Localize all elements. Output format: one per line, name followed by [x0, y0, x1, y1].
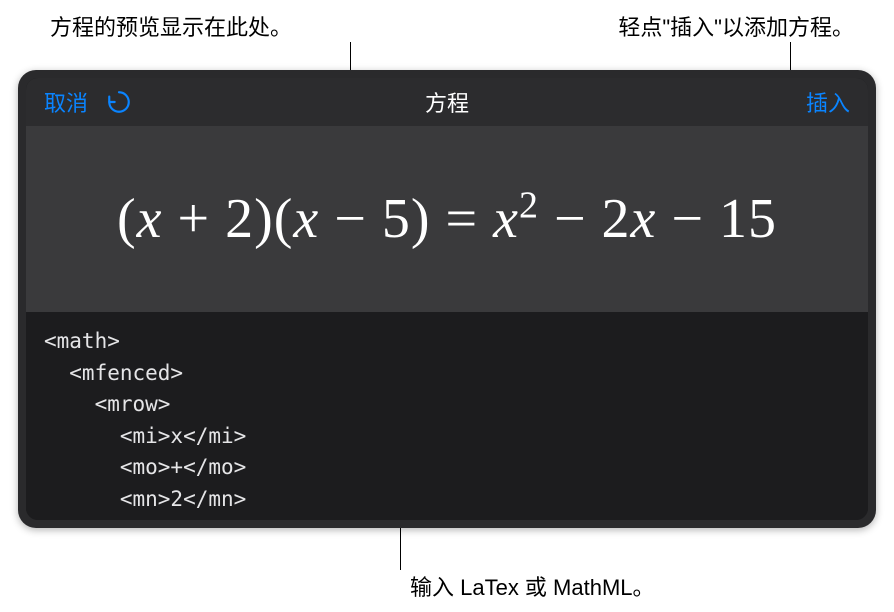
callout-input-label: 输入 LaTex 或 MathML。	[410, 570, 655, 602]
insert-button[interactable]: 插入	[806, 86, 850, 118]
nav-bar: 取消 方程 插入	[26, 78, 868, 126]
callout-insert-label: 轻点"插入"以添加方程。	[618, 10, 854, 42]
equation-preview: (x + 2)(x − 5) = x2 − 2x − 15	[26, 126, 868, 312]
equation-display: (x + 2)(x − 5) = x2 − 2x − 15	[117, 187, 777, 251]
cancel-button[interactable]: 取消	[44, 86, 88, 118]
nav-left-group: 取消	[44, 86, 132, 118]
callout-preview-label: 方程的预览显示在此处。	[50, 10, 292, 42]
nav-title: 方程	[425, 86, 469, 118]
device-frame: 取消 方程 插入 (x + 2)(x − 5) = x2 − 2x − 15 <…	[18, 70, 876, 528]
panel-inner: 取消 方程 插入 (x + 2)(x − 5) = x2 − 2x − 15 <…	[26, 78, 868, 520]
code-input[interactable]: <math> <mfenced> <mrow> <mi>x</mi> <mo>+…	[26, 312, 868, 520]
undo-icon[interactable]	[106, 89, 132, 115]
